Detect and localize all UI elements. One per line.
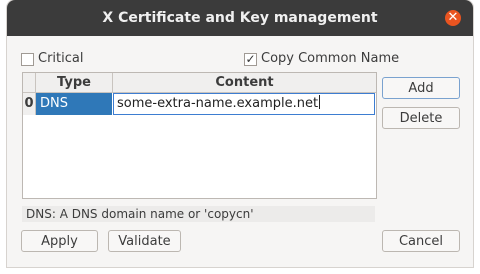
- apply-button[interactable]: Apply: [21, 230, 98, 252]
- copy-common-name-checkbox[interactable]: ✓: [244, 53, 257, 66]
- validate-button[interactable]: Validate: [108, 230, 181, 252]
- status-text: DNS: A DNS domain name or 'copycn': [22, 206, 375, 222]
- title-bar[interactable]: X Certificate and Key management ✕: [7, 0, 473, 36]
- text-cursor: [319, 95, 321, 109]
- window-title: X Certificate and Key management: [102, 10, 378, 26]
- row-header[interactable]: 0: [23, 93, 36, 115]
- cancel-button[interactable]: Cancel: [382, 230, 460, 252]
- table-cell-content-editor[interactable]: some-extra-name.example.net: [113, 93, 375, 115]
- table-cell-type[interactable]: DNS: [36, 93, 112, 115]
- dialog-window: X Certificate and Key management ✕ Criti…: [7, 0, 473, 267]
- table-cell-content-text: some-extra-name.example.net: [117, 96, 319, 111]
- corner-header: [23, 73, 36, 93]
- san-table: Type Content 0 DNS some-extra-name.examp…: [22, 72, 377, 199]
- critical-label[interactable]: Critical: [38, 51, 83, 66]
- critical-checkbox[interactable]: [21, 53, 34, 66]
- close-icon[interactable]: ✕: [445, 10, 461, 26]
- copy-common-name-label[interactable]: Copy Common Name: [261, 51, 399, 66]
- add-button[interactable]: Add: [382, 77, 460, 99]
- delete-button[interactable]: Delete: [382, 107, 460, 129]
- column-header-type[interactable]: Type: [36, 73, 113, 93]
- column-header-content[interactable]: Content: [113, 73, 376, 93]
